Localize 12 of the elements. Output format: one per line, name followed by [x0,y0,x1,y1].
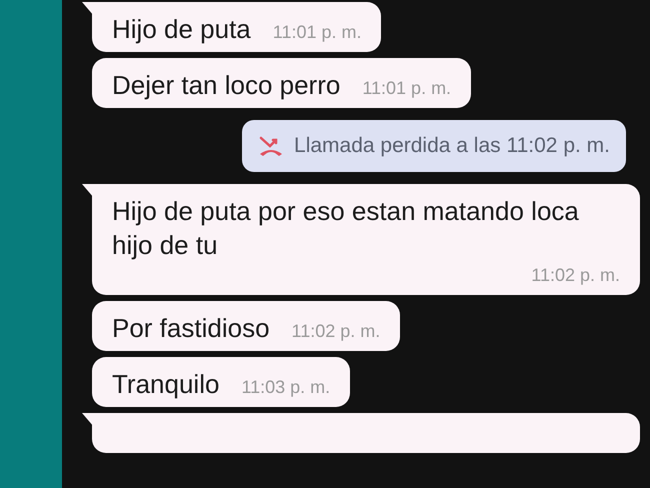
message-text: Por fastidioso [112,312,270,345]
missed-call-text: Llamada perdida a las 11:02 p. m. [294,133,610,160]
message-text: Hijo de puta [112,13,251,46]
message-time: 11:03 p. m. [241,377,330,397]
message-time: 11:02 p. m. [292,321,380,341]
message-text: Dejer tan loco perro [112,69,340,102]
message-text: Hijo de puta por eso estan matando loca hijo de tu [112,195,580,262]
message-time: 11:01 p. m. [362,78,452,98]
message-text: Tranquilo [112,368,220,401]
message-time: 11:01 p. m. [272,22,362,42]
message-time: 11:02 p. m. [531,264,620,287]
missed-call-icon [258,135,284,157]
